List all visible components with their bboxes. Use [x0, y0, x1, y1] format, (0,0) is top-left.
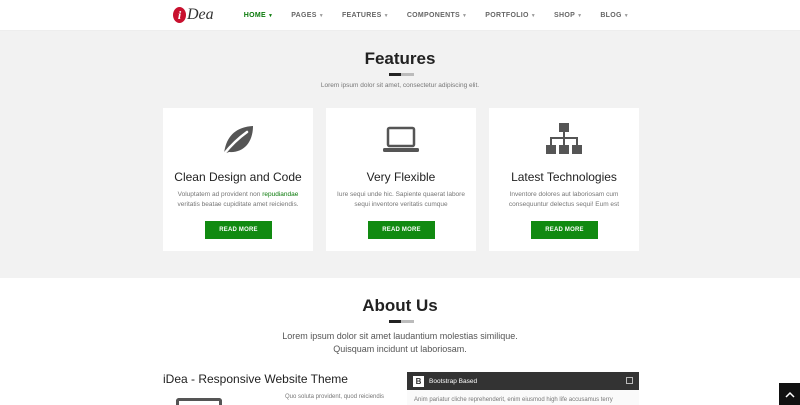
panel-header[interactable]: B Bootstrap Based [407, 372, 639, 390]
navbar: i Dea HOME ▼ PAGES ▼ FEATURES ▼ COMPONENTS ▼… [0, 0, 800, 31]
logo[interactable]: i Dea [173, 5, 214, 25]
feature-card: Very Flexible Iure sequi unde hic. Sapie… [326, 108, 476, 251]
sitemap-icon [489, 122, 639, 158]
title-separator [389, 320, 414, 323]
card-text-part: Voluptatem ad provident non [177, 191, 263, 198]
nav-item-portfolio[interactable]: PORTFOLIO ▼ [476, 12, 545, 19]
theme-title: iDea - Responsive Website Theme [163, 372, 348, 386]
chevron-down-icon: ▼ [577, 12, 583, 19]
card-title: Clean Design and Code [174, 170, 302, 184]
chevron-down-icon: ▼ [530, 12, 537, 19]
chevron-down-icon: ▼ [383, 12, 389, 19]
nav-item-components[interactable]: COMPONENTS ▼ [398, 12, 476, 19]
scroll-to-top-button[interactable] [779, 383, 800, 405]
laptop-icon [326, 122, 476, 158]
about-text-line: Lorem ipsum dolor sit amet laudantium mo… [282, 331, 518, 341]
about-title: About Us [362, 296, 438, 315]
nav-label: HOME [243, 12, 266, 19]
about-text: Lorem ipsum dolor sit amet laudantium mo… [0, 330, 800, 356]
card-text-link[interactable]: repudiandae [262, 191, 298, 198]
panel-body: Anim pariatur cliche reprehenderit, enim… [414, 397, 613, 403]
nav-label: PORTFOLIO [485, 12, 529, 19]
nav-label: BLOG [600, 12, 622, 19]
chevron-down-icon: ▼ [318, 12, 324, 19]
chevron-down-icon: ▼ [267, 12, 274, 19]
features-section: Features Lorem ipsum dolor sit amet, con… [0, 31, 800, 278]
collapse-icon[interactable] [626, 377, 633, 384]
chevron-up-icon [784, 391, 795, 398]
bootstrap-icon: B [413, 375, 424, 387]
nav-item-blog[interactable]: BLOG ▼ [591, 12, 638, 19]
nav-item-home[interactable]: HOME ▼ [235, 12, 282, 19]
nav-label: SHOP [554, 12, 576, 19]
title-separator [389, 73, 414, 76]
accordion-panel: B Bootstrap Based Anim pariatur cliche r… [407, 372, 639, 405]
card-text: Voluptatem ad provident non repudiandae … [173, 190, 303, 210]
features-title: Features [364, 49, 436, 68]
features-subtitle: Lorem ipsum dolor sit amet, consectetur … [320, 82, 480, 89]
leaf-icon [163, 122, 313, 158]
nav-item-shop[interactable]: SHOP ▼ [545, 12, 591, 19]
tablet-icon [176, 398, 222, 405]
about-text-line: Quisquam incidunt ut laboriosam. [333, 344, 467, 354]
feature-card: Clean Design and Code Voluptatem ad prov… [163, 108, 313, 251]
nav-item-pages[interactable]: PAGES ▼ [282, 12, 333, 19]
feature-card: Latest Technologies Inventore dolores au… [489, 108, 639, 251]
card-title: Latest Technologies [511, 170, 617, 184]
logo-mark: i [173, 7, 186, 23]
about-small-text: Quo soluta provident, quod reiciendis [285, 394, 385, 400]
nav-label: PAGES [291, 12, 317, 19]
card-text: Inventore dolores aut laboriosam cum con… [508, 191, 620, 208]
read-more-button[interactable]: READ MORE [531, 221, 598, 239]
logo-text: Dea [187, 6, 214, 23]
card-title: Very Flexible [366, 170, 436, 184]
panel-title: Bootstrap Based [429, 377, 478, 385]
read-more-button[interactable]: READ MORE [368, 221, 435, 239]
card-text-part: veritatis beatae cupiditate amet reicien… [177, 201, 299, 208]
read-more-button[interactable]: READ MORE [205, 221, 272, 239]
nav-label: COMPONENTS [406, 12, 460, 19]
chevron-down-icon: ▼ [462, 12, 468, 19]
nav-label: FEATURES [341, 12, 382, 19]
chevron-down-icon: ▼ [623, 12, 629, 19]
card-text: Iure sequi unde hic. Sapiente quaerat la… [337, 191, 465, 208]
main-nav: HOME ▼ PAGES ▼ FEATURES ▼ COMPONENTS ▼ PORTF… [235, 0, 638, 31]
nav-item-features[interactable]: FEATURES ▼ [333, 12, 398, 19]
